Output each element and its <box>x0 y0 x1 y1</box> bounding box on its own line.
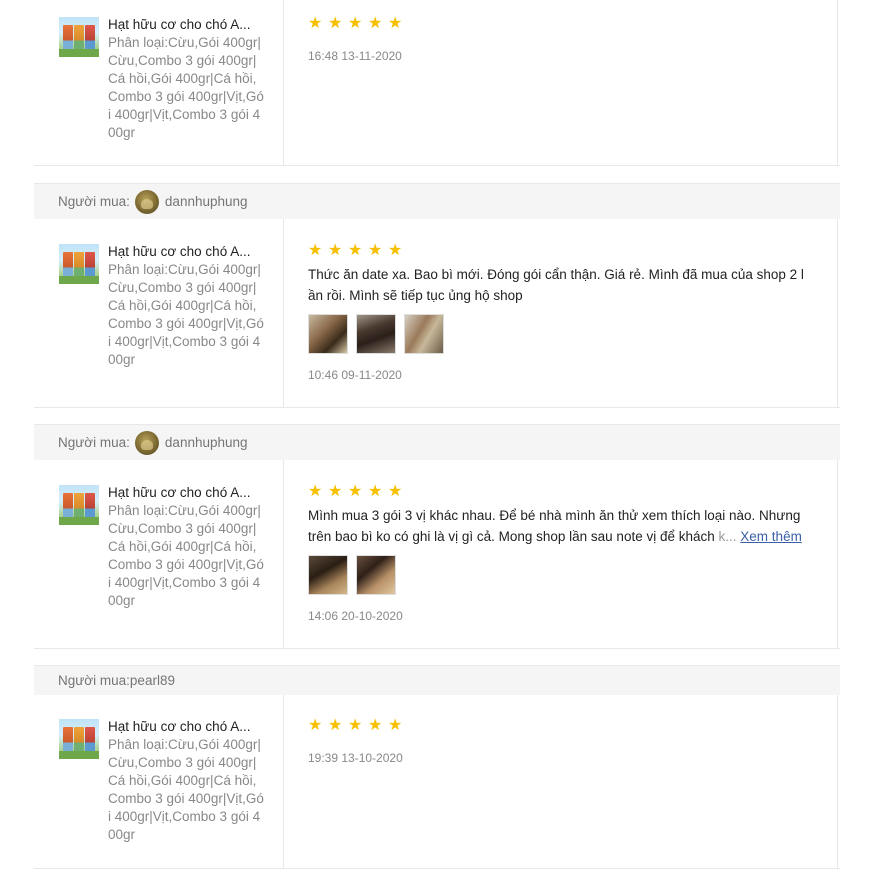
column-border <box>837 695 838 868</box>
rating-stars: ★ ★ ★ ★ ★ <box>308 15 403 32</box>
review-item: Hạt hữu cơ cho chó A... Phân loại:Cừu,Gó… <box>34 219 840 408</box>
buyer-name[interactable]: dannhuphung <box>165 435 248 450</box>
rating-stars: ★ ★ ★ ★ ★ <box>308 717 403 734</box>
column-divider <box>283 460 284 648</box>
star-icon: ★ <box>368 15 383 32</box>
column-divider <box>283 0 284 165</box>
buyer-bar: Người mua: dannhuphung <box>34 424 840 460</box>
buyer-name[interactable]: pearl89 <box>130 673 175 688</box>
star-icon: ★ <box>348 717 363 734</box>
review-item: Hạt hữu cơ cho chó A... Phân loại:Cừu,Gó… <box>34 0 840 166</box>
star-icon: ★ <box>308 483 323 500</box>
comment-line: Thức ăn date xa. Bao bì mới. Đóng gói cẩ… <box>308 267 804 282</box>
column-border <box>837 0 838 165</box>
buyer-label: Người mua: <box>58 435 130 450</box>
star-icon: ★ <box>328 483 343 500</box>
buyer-bar: Người mua: pearl89 <box>34 665 840 695</box>
review-photo[interactable] <box>308 555 348 595</box>
review-timestamp: 16:48 13-11-2020 <box>308 49 402 63</box>
star-icon: ★ <box>388 483 403 500</box>
star-icon: ★ <box>308 717 323 734</box>
star-icon: ★ <box>328 242 343 259</box>
review-photo[interactable] <box>356 314 396 354</box>
review-item: Hạt hữu cơ cho chó A... Phân loại:Cừu,Gó… <box>34 695 840 869</box>
buyer-name[interactable]: dannhuphung <box>165 194 248 209</box>
product-thumbnail[interactable] <box>59 17 99 57</box>
review-photos <box>308 555 396 595</box>
column-border <box>837 219 838 407</box>
review-item: Hạt hữu cơ cho chó A... Phân loại:Cừu,Gó… <box>34 460 840 649</box>
product-name[interactable]: Hạt hữu cơ cho chó A... <box>108 718 258 736</box>
star-icon: ★ <box>348 242 363 259</box>
rating-stars: ★ ★ ★ ★ ★ <box>308 483 403 500</box>
product-variation: Phân loại:Cừu,Gói 400gr|Cừu,Combo 3 gói … <box>108 503 264 608</box>
see-more-link[interactable]: Xem thêm <box>740 529 802 544</box>
avatar[interactable] <box>134 430 159 455</box>
review-timestamp: 10:46 09-11-2020 <box>308 368 402 382</box>
product-variation: Phân loại:Cừu,Gói 400gr|Cừu,Combo 3 gói … <box>108 262 264 367</box>
star-icon: ★ <box>388 717 403 734</box>
star-icon: ★ <box>308 15 323 32</box>
review-comment: Mình mua 3 gói 3 vị khác nhau. Để bé nhà… <box>308 505 818 547</box>
comment-text: trên bao bì ko có ghi là vị gì cả. Mong … <box>308 529 715 544</box>
column-divider <box>283 695 284 868</box>
review-timestamp: 14:06 20-10-2020 <box>308 609 403 623</box>
star-icon: ★ <box>328 717 343 734</box>
column-border <box>837 460 838 648</box>
comment-line: trên bao bì ko có ghi là vị gì cả. Mong … <box>308 526 818 547</box>
star-icon: ★ <box>348 483 363 500</box>
star-icon: ★ <box>348 15 363 32</box>
review-photo[interactable] <box>308 314 348 354</box>
product-variation: Phân loại:Cừu,Gói 400gr|Cừu,Combo 3 gói … <box>108 737 264 842</box>
column-divider <box>283 219 284 407</box>
star-icon: ★ <box>328 15 343 32</box>
rating-stars: ★ ★ ★ ★ ★ <box>308 242 403 259</box>
review-timestamp: 19:39 13-10-2020 <box>308 751 403 765</box>
product-name[interactable]: Hạt hữu cơ cho chó A... <box>108 484 258 502</box>
review-photos <box>308 314 444 354</box>
star-icon: ★ <box>368 242 383 259</box>
review-list: Hạt hữu cơ cho chó A... Phân loại:Cừu,Gó… <box>0 0 875 875</box>
buyer-label: Người mua: <box>58 673 130 688</box>
star-icon: ★ <box>308 242 323 259</box>
star-icon: ★ <box>368 483 383 500</box>
avatar[interactable] <box>134 189 159 214</box>
star-icon: ★ <box>388 242 403 259</box>
product-thumbnail[interactable] <box>59 719 99 759</box>
star-icon: ★ <box>388 15 403 32</box>
comment-line: Mình mua 3 gói 3 vị khác nhau. Để bé nhà… <box>308 508 801 523</box>
product-name[interactable]: Hạt hữu cơ cho chó A... <box>108 243 258 261</box>
comment-fade: k... <box>714 529 737 544</box>
star-icon: ★ <box>368 717 383 734</box>
review-photo[interactable] <box>356 555 396 595</box>
buyer-bar: Người mua: dannhuphung <box>34 183 840 219</box>
review-comment: Thức ăn date xa. Bao bì mới. Đóng gói cẩ… <box>308 264 818 306</box>
buyer-label: Người mua: <box>58 194 130 209</box>
product-name[interactable]: Hạt hữu cơ cho chó A... <box>108 16 258 34</box>
product-thumbnail[interactable] <box>59 485 99 525</box>
comment-line: ần rồi. Mình sẽ tiếp tục ủng hộ shop <box>308 288 523 303</box>
product-variation: Phân loại:Cừu,Gói 400gr|Cừu,Combo 3 gói … <box>108 35 264 140</box>
review-photo[interactable] <box>404 314 444 354</box>
product-thumbnail[interactable] <box>59 244 99 284</box>
